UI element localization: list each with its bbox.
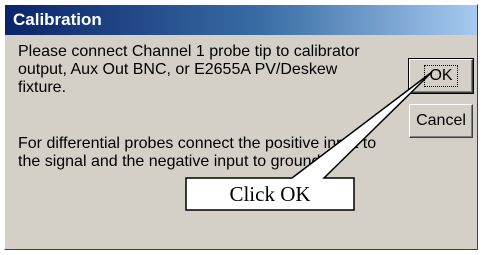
ok-button[interactable]: OK (408, 58, 474, 94)
cancel-button[interactable]: Cancel (409, 104, 473, 138)
dialog-title: Calibration (13, 10, 102, 29)
differential-probe-text: For differential probes connect the posi… (18, 135, 377, 170)
instruction-text: Please connect Channel 1 probe tip to ca… (18, 43, 360, 96)
title-bar[interactable]: Calibration (5, 5, 477, 35)
calibration-dialog: Calibration Please connect Channel 1 pro… (4, 4, 478, 250)
callout-label: Click OK (229, 181, 311, 206)
ok-button-label: OK (424, 65, 458, 87)
